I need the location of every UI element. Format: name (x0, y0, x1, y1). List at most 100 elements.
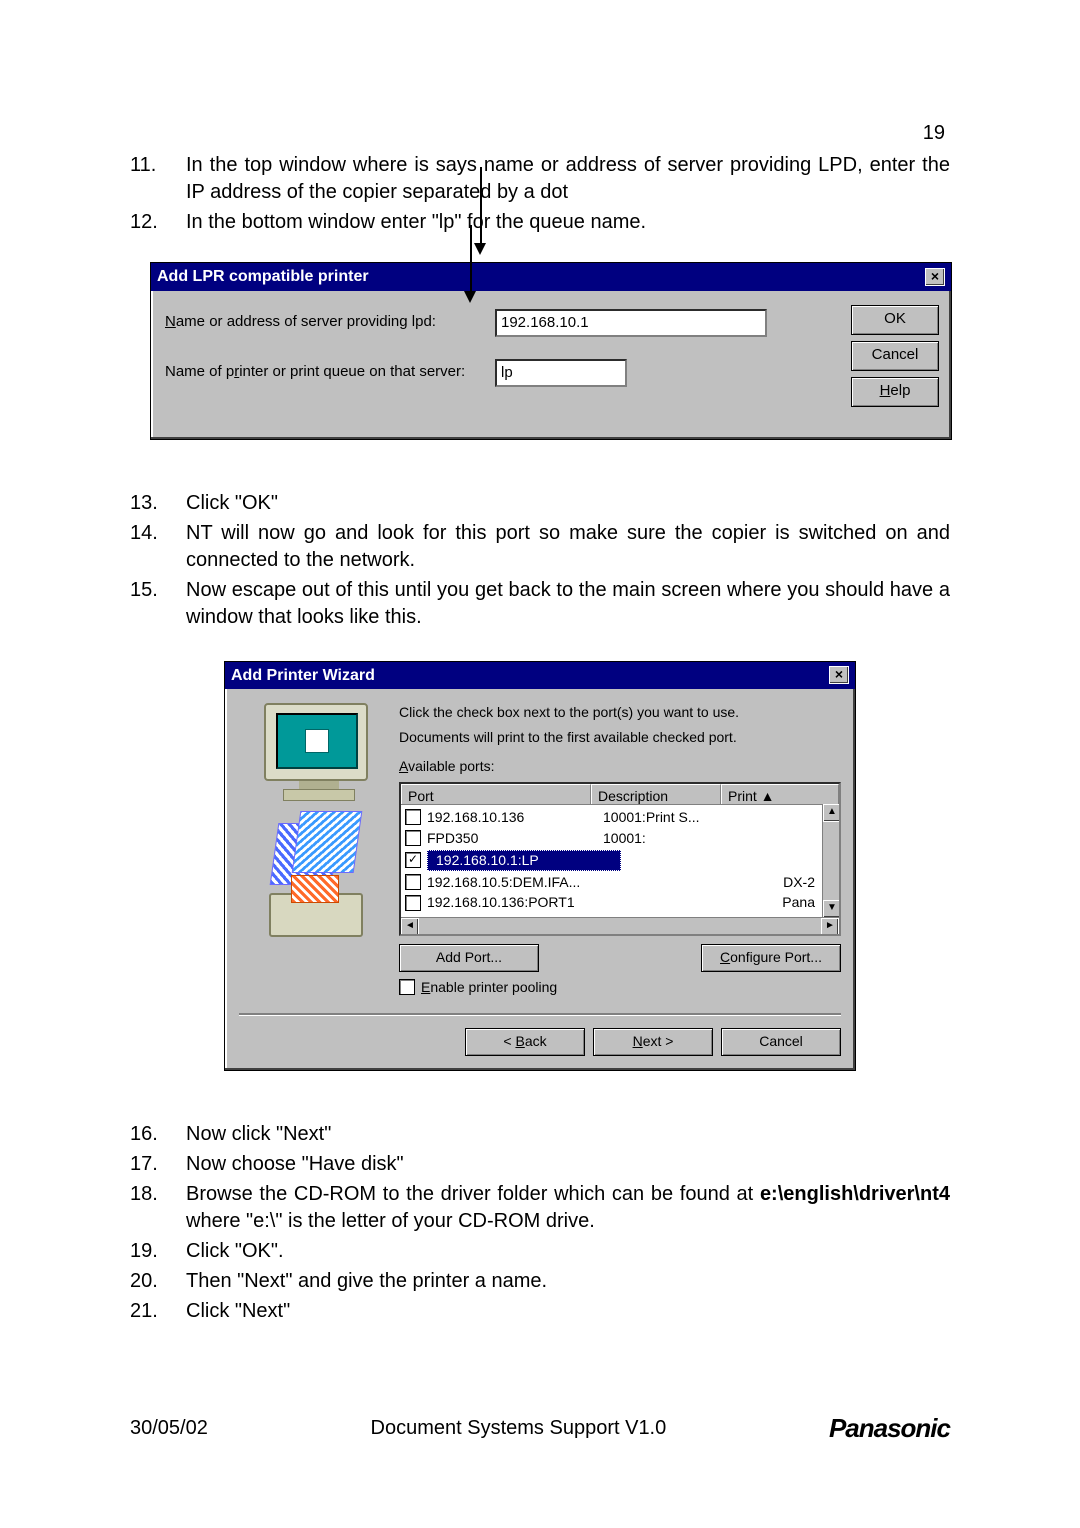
enable-pooling-label: Enable printer pooling (421, 978, 557, 997)
queue-name-input[interactable] (495, 359, 627, 387)
col-port[interactable]: Port (401, 784, 591, 804)
port-row[interactable]: 192.168.10.13610001:Print S... (401, 807, 839, 828)
scroll-up-icon[interactable]: ▲ (823, 804, 841, 822)
port-printer: Pana (733, 893, 835, 912)
step-text: In the bottom window enter "lp" for the … (186, 209, 950, 236)
step-number: 21. (130, 1298, 186, 1325)
port-checkbox[interactable] (405, 895, 421, 911)
scroll-left-icon[interactable]: ◄ (401, 918, 419, 936)
port-name: 192.168.10.5:DEM.IFA... (427, 873, 603, 892)
back-button[interactable]: < Back (465, 1028, 585, 1056)
port-printer: DX-2 (733, 873, 835, 892)
port-name: 192.168.10.136 (427, 808, 603, 827)
port-name: 192.168.10.136:PORT1 (427, 893, 603, 912)
instruction-list-b: 13.Click "OK"14.NT will now go and look … (130, 490, 950, 631)
instruction-step: 21.Click "Next" (130, 1298, 950, 1325)
port-description: 10001: (603, 829, 733, 848)
port-checkbox[interactable]: ✓ (405, 852, 421, 868)
enable-pooling-checkbox[interactable] (399, 979, 415, 995)
port-checkbox[interactable] (405, 830, 421, 846)
instruction-step: 14.NT will now go and look for this port… (130, 520, 950, 574)
add-port-button[interactable]: Add Port... (399, 944, 539, 972)
instruction-step: 13.Click "OK" (130, 490, 950, 517)
server-address-label: Name or address of server providing lpd: (165, 312, 495, 332)
port-name: 192.168.10.1:LP (427, 850, 621, 871)
available-ports-label: Available ports: (399, 757, 841, 776)
page-footer: 30/05/02 Document Systems Support V1.0 P… (130, 1411, 950, 1446)
step-text: Click "OK" (186, 490, 950, 517)
step-number: 15. (130, 577, 186, 604)
instruction-step: 12.In the bottom window enter "lp" for t… (130, 209, 950, 236)
dlg2-titlebar: Add Printer Wizard × (225, 662, 855, 690)
footer-doc: Document Systems Support V1.0 (371, 1415, 667, 1442)
port-description: 10001:Print S... (603, 808, 733, 827)
step-number: 17. (130, 1151, 186, 1178)
port-checkbox[interactable] (405, 809, 421, 825)
queue-name-label: Name of printer or print queue on that s… (165, 362, 495, 382)
step-number: 16. (130, 1121, 186, 1148)
documents-icon (274, 811, 364, 881)
page-number: 19 (923, 120, 945, 147)
cancel-button[interactable]: Cancel (851, 341, 939, 371)
instruction-list-c: 16.Now click "Next" 17.Now choose "Have d… (130, 1121, 950, 1325)
instruction-step: 19.Click "OK". (130, 1238, 950, 1265)
ports-listbox[interactable]: Port Description Print ▲ 192.168.10.1361… (399, 782, 841, 936)
instruction-step: 18.Browse the CD-ROM to the driver folde… (130, 1181, 950, 1235)
close-icon[interactable]: × (925, 268, 945, 286)
listbox-header: Port Description Print ▲ (401, 784, 839, 805)
step-number: 11. (130, 152, 186, 179)
scroll-right-icon[interactable]: ► (821, 918, 839, 936)
step-text: Browse the CD-ROM to the driver folder w… (186, 1181, 950, 1235)
horizontal-scrollbar[interactable]: ◄ ► (401, 917, 839, 934)
instruction-step: 17.Now choose "Have disk" (130, 1151, 950, 1178)
printer-icon (269, 893, 369, 953)
port-checkbox[interactable] (405, 874, 421, 890)
instruction-step: 15.Now escape out of this until you get … (130, 577, 950, 631)
step-text: In the top window where is says name or … (186, 152, 950, 206)
wizard-intro-1: Click the check box next to the port(s) … (399, 703, 841, 722)
step-text: Now escape out of this until you get bac… (186, 577, 950, 631)
help-button[interactable]: Help (851, 377, 939, 407)
instruction-step: 20.Then "Next" and give the printer a na… (130, 1268, 950, 1295)
configure-port-button[interactable]: Configure Port... (701, 944, 841, 972)
step-number: 18. (130, 1181, 186, 1208)
footer-date: 30/05/02 (130, 1415, 208, 1442)
dlg2-title: Add Printer Wizard (231, 665, 375, 687)
port-row[interactable]: 192.168.10.136:PORT1 Pana (401, 892, 839, 913)
scroll-down-icon[interactable]: ▼ (823, 900, 841, 918)
step-number: 19. (130, 1238, 186, 1265)
vertical-scrollbar[interactable]: ▲ ▼ (822, 804, 839, 918)
document-page: 19 11.In the top window where is says na… (0, 0, 1080, 1528)
instruction-step: 16.Now click "Next" (130, 1121, 950, 1148)
step-number: 12. (130, 209, 186, 236)
monitor-icon (264, 703, 374, 799)
ok-button[interactable]: OK (851, 305, 939, 335)
col-description[interactable]: Description (591, 784, 721, 804)
port-name: FPD350 (427, 829, 603, 848)
step-number: 14. (130, 520, 186, 547)
step-text: Now click "Next" (186, 1121, 950, 1148)
next-button[interactable]: Next > (593, 1028, 713, 1056)
step-text: Click "OK". (186, 1238, 950, 1265)
step-number: 13. (130, 490, 186, 517)
close-icon[interactable]: × (829, 666, 849, 684)
port-row[interactable]: FPD35010001: (401, 828, 839, 849)
col-printer[interactable]: Print ▲ (721, 784, 839, 804)
step-number: 20. (130, 1268, 186, 1295)
brand-logo: Panasonic (829, 1411, 950, 1446)
add-printer-wizard-dialog: Add Printer Wizard × Click the check box… (224, 661, 856, 1071)
port-row[interactable]: ✓ 192.168.10.1:LP (401, 849, 839, 872)
step-text: Then "Next" and give the printer a name. (186, 1268, 950, 1295)
instruction-step: 11.In the top window where is says name … (130, 152, 950, 206)
step-text: NT will now go and look for this port so… (186, 520, 950, 574)
dlg1-titlebar: Add LPR compatible printer × (151, 263, 951, 291)
wizard-graphic (239, 703, 399, 997)
wizard-intro-2: Documents will print to the first availa… (399, 728, 841, 747)
port-row[interactable]: 192.168.10.5:DEM.IFA... DX-2 (401, 872, 839, 893)
server-address-input[interactable] (495, 309, 767, 337)
dlg1-title: Add LPR compatible printer (157, 266, 369, 288)
instruction-list-a: 11.In the top window where is says name … (130, 152, 950, 236)
add-lpr-printer-dialog: Add LPR compatible printer × Name or add… (150, 262, 952, 440)
step-text: Click "Next" (186, 1298, 950, 1325)
cancel-button[interactable]: Cancel (721, 1028, 841, 1056)
